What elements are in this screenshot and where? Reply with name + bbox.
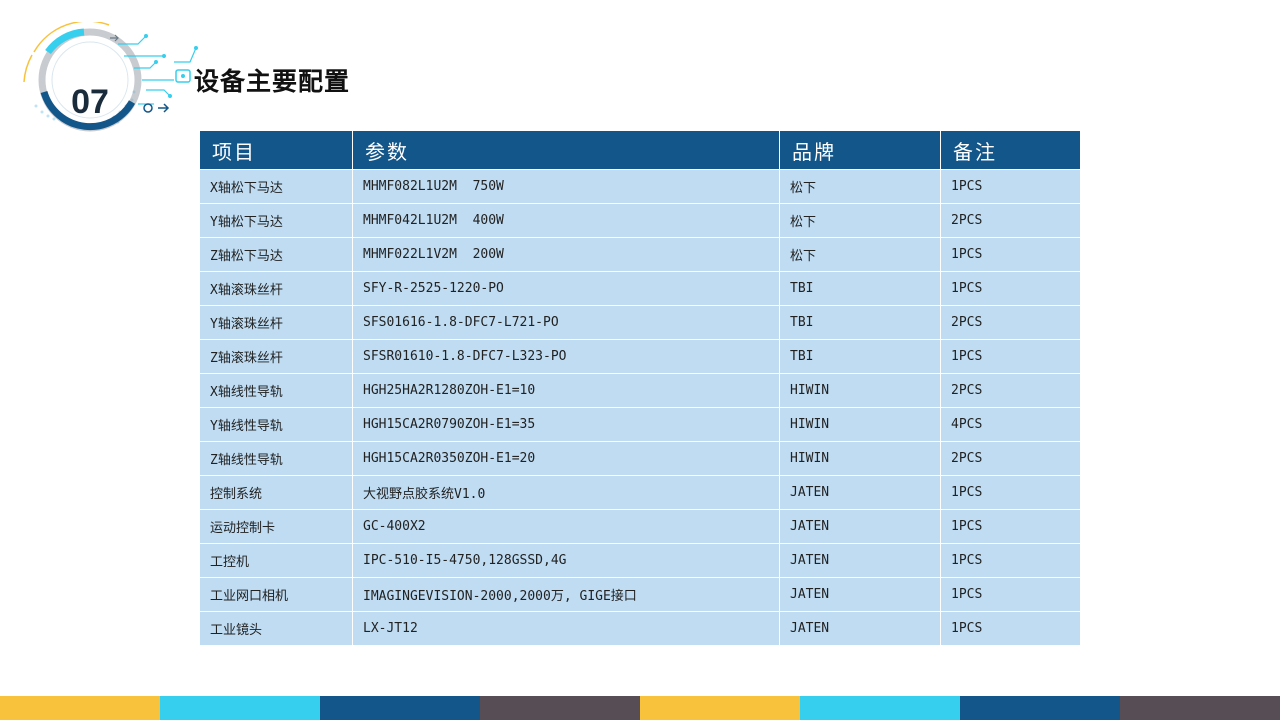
column-header-item: 项目 <box>199 131 353 170</box>
cell-note: 1PCS <box>940 169 1081 204</box>
cell-brand: 松下 <box>779 237 941 272</box>
cell-item: 运动控制卡 <box>199 509 353 544</box>
cell-item: 控制系统 <box>199 475 353 510</box>
cell-item: Y轴松下马达 <box>199 203 353 238</box>
cell-item: X轴线性导轨 <box>199 373 353 408</box>
cell-brand: TBI <box>779 339 941 374</box>
cell-item: X轴滚珠丝杆 <box>199 271 353 306</box>
cell-brand: 松下 <box>779 169 941 204</box>
table-row: Y轴滚珠丝杆 SFS01616-1.8-DFC7-L721-PO TBI 2PCS <box>199 305 1081 340</box>
cell-param: MHMF022L1V2M 200W <box>352 237 780 272</box>
footer-color-stripes <box>0 696 1280 720</box>
cell-item: Y轴滚珠丝杆 <box>199 305 353 340</box>
cell-param: IPC-510-I5-4750,128GSSD,4G <box>352 543 780 578</box>
table-row: 控制系统 大视野点胶系统V1.0 JATEN 1PCS <box>199 475 1081 510</box>
section-badge: 07 <box>14 22 214 132</box>
table-row: 运动控制卡 GC-400X2 JATEN 1PCS <box>199 509 1081 544</box>
cell-note: 1PCS <box>940 475 1081 510</box>
column-header-brand: 品牌 <box>779 131 941 170</box>
cell-brand: JATEN <box>779 543 941 578</box>
column-header-param: 参数 <box>352 131 780 170</box>
cell-param: SFY-R-2525-1220-PO <box>352 271 780 306</box>
table-row: X轴滚珠丝杆 SFY-R-2525-1220-PO TBI 1PCS <box>199 271 1081 306</box>
table-header-row: 项目 参数 品牌 备注 <box>199 131 1081 170</box>
footer-stripe <box>960 696 1120 720</box>
cell-note: 1PCS <box>940 237 1081 272</box>
footer-stripe <box>640 696 800 720</box>
cell-brand: JATEN <box>779 611 941 646</box>
cell-brand: JATEN <box>779 509 941 544</box>
table-row: Z轴滚珠丝杆 SFSR01610-1.8-DFC7-L323-PO TBI 1PCS <box>199 339 1081 374</box>
cell-brand: 松下 <box>779 203 941 238</box>
footer-stripe <box>1120 696 1280 720</box>
cell-brand: JATEN <box>779 577 941 612</box>
cell-brand: HIWIN <box>779 373 941 408</box>
cell-note: 4PCS <box>940 407 1081 442</box>
cell-item: 工业镜头 <box>199 611 353 646</box>
table-row: Y轴松下马达 MHMF042L1U2M 400W 松下 2PCS <box>199 203 1081 238</box>
cell-item: Z轴线性导轨 <box>199 441 353 476</box>
cell-param: SFS01616-1.8-DFC7-L721-PO <box>352 305 780 340</box>
cell-note: 1PCS <box>940 271 1081 306</box>
column-header-note: 备注 <box>940 131 1081 170</box>
cell-item: Y轴线性导轨 <box>199 407 353 442</box>
table-row: 工控机 IPC-510-I5-4750,128GSSD,4G JATEN 1PCS <box>199 543 1081 578</box>
cell-brand: JATEN <box>779 475 941 510</box>
cell-param: MHMF042L1U2M 400W <box>352 203 780 238</box>
cell-note: 2PCS <box>940 441 1081 476</box>
cell-param: SFSR01610-1.8-DFC7-L323-PO <box>352 339 780 374</box>
cell-brand: HIWIN <box>779 407 941 442</box>
cell-note: 1PCS <box>940 339 1081 374</box>
table-row: Z轴线性导轨 HGH15CA2R0350ZOH-E1=20 HIWIN 2PCS <box>199 441 1081 476</box>
cell-param: HGH25HA2R1280ZOH-E1=10 <box>352 373 780 408</box>
cell-brand: HIWIN <box>779 441 941 476</box>
table-row: X轴线性导轨 HGH25HA2R1280ZOH-E1=10 HIWIN 2PCS <box>199 373 1081 408</box>
cell-param: 大视野点胶系统V1.0 <box>352 475 780 510</box>
table-row: 工业镜头 LX-JT12 JATEN 1PCS <box>199 611 1081 646</box>
cell-note: 1PCS <box>940 509 1081 544</box>
cell-item: Z轴松下马达 <box>199 237 353 272</box>
cell-item: X轴松下马达 <box>199 169 353 204</box>
cell-param: LX-JT12 <box>352 611 780 646</box>
equipment-config-table: 项目 参数 品牌 备注 X轴松下马达 MHMF082L1U2M 750W 松下 1PC… <box>199 131 1081 646</box>
footer-stripe <box>160 696 320 720</box>
cell-item: 工控机 <box>199 543 353 578</box>
cell-brand: TBI <box>779 271 941 306</box>
cell-note: 1PCS <box>940 543 1081 578</box>
cell-param: GC-400X2 <box>352 509 780 544</box>
footer-stripe <box>320 696 480 720</box>
cell-param: HGH15CA2R0790ZOH-E1=35 <box>352 407 780 442</box>
cell-note: 1PCS <box>940 577 1081 612</box>
footer-stripe <box>0 696 160 720</box>
page-title: 设备主要配置 <box>194 67 351 96</box>
cell-brand: TBI <box>779 305 941 340</box>
table-row: 工业网口相机 IMAGINGEVISION-2000,2000万, GIGE接口 J… <box>199 577 1081 612</box>
footer-stripe <box>480 696 640 720</box>
cell-note: 2PCS <box>940 203 1081 238</box>
footer-stripe <box>800 696 960 720</box>
cell-item: Z轴滚珠丝杆 <box>199 339 353 374</box>
cell-item: 工业网口相机 <box>199 577 353 612</box>
cell-param: HGH15CA2R0350ZOH-E1=20 <box>352 441 780 476</box>
table-row: Z轴松下马达 MHMF022L1V2M 200W 松下 1PCS <box>199 237 1081 272</box>
section-number: 07 <box>71 82 109 121</box>
cell-param: MHMF082L1U2M 750W <box>352 169 780 204</box>
cell-note: 1PCS <box>940 611 1081 646</box>
cell-note: 2PCS <box>940 305 1081 340</box>
cell-note: 2PCS <box>940 373 1081 408</box>
cell-param: IMAGINGEVISION-2000,2000万, GIGE接口 <box>352 577 780 612</box>
table-row: X轴松下马达 MHMF082L1U2M 750W 松下 1PCS <box>199 169 1081 204</box>
table-row: Y轴线性导轨 HGH15CA2R0790ZOH-E1=35 HIWIN 4PCS <box>199 407 1081 442</box>
